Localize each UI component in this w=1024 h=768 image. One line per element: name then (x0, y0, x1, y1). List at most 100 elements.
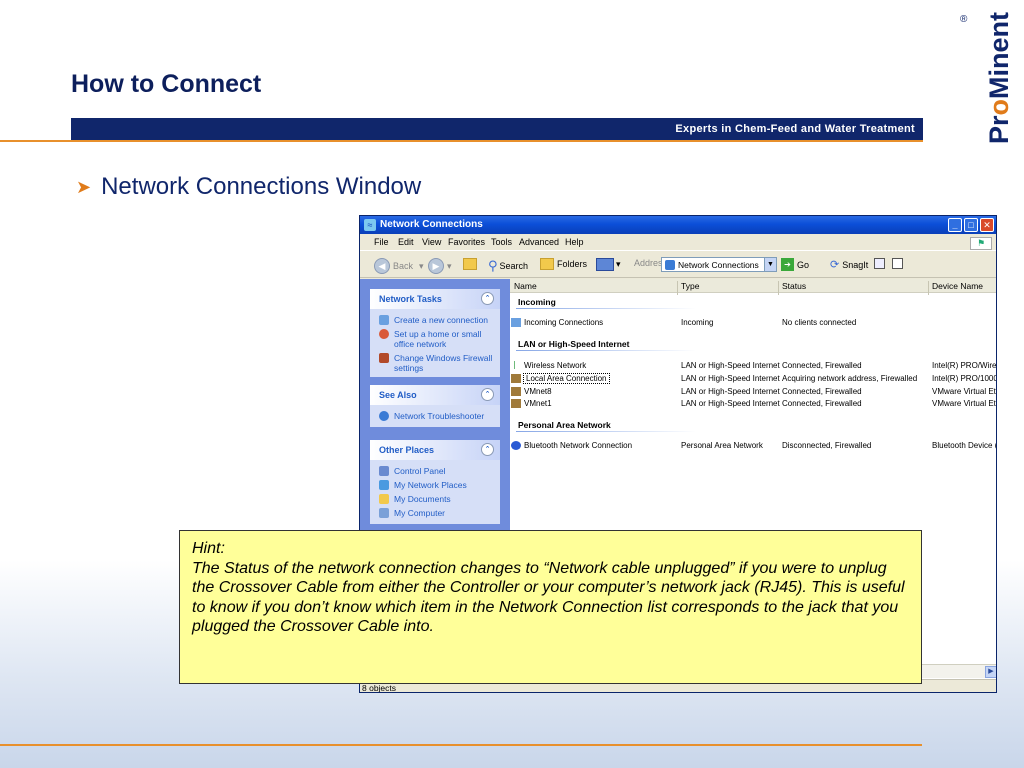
menu-edit[interactable]: Edit (398, 237, 414, 247)
menu-file[interactable]: File (374, 237, 389, 247)
address-value: Network Connections (678, 260, 759, 270)
bluetooth-icon (511, 441, 521, 450)
chevron-down-icon: ▾ (447, 260, 452, 271)
header-bar: Experts in Chem-Feed and Water Treatment (71, 118, 923, 140)
menu-advanced[interactable]: Advanced (519, 237, 559, 247)
list-item[interactable]: Incoming Connections Incoming No clients… (510, 318, 996, 330)
place-my-computer[interactable]: My Computer (370, 506, 500, 520)
maximize-button[interactable]: □ (964, 218, 978, 232)
menu-help[interactable]: Help (565, 237, 584, 247)
slide-title: How to Connect (71, 70, 262, 98)
network-connections-icon (665, 260, 675, 270)
folders-icon (540, 258, 554, 270)
network-connections-icon: ≈ (364, 219, 376, 231)
prominent-logo: ProMinent (984, 11, 1014, 144)
scroll-right-icon[interactable]: ▶ (985, 666, 996, 678)
list-item[interactable]: Bluetooth Network Connection Personal Ar… (510, 441, 996, 453)
group-header: Incoming (518, 297, 556, 307)
task-network-troubleshooter[interactable]: Network Troubleshooter (370, 409, 500, 423)
task-setup-home-network[interactable]: Set up a home or small office network (370, 327, 500, 351)
column-type[interactable]: Type (681, 281, 699, 291)
place-control-panel[interactable]: Control Panel (370, 464, 500, 478)
list-item[interactable]: Local Area Connection LAN or High-Speed … (510, 373, 996, 386)
incoming-connection-icon (511, 318, 521, 327)
hint-callout: Hint: The Status of the network connecti… (179, 530, 922, 684)
registered-mark: ® (960, 14, 968, 25)
views-icon (596, 258, 614, 271)
help-icon (379, 411, 389, 421)
collapse-icon[interactable]: ⌃ (481, 292, 494, 305)
column-status[interactable]: Status (782, 281, 806, 291)
list-item[interactable]: VMnet8 LAN or High-Speed Internet Connec… (510, 387, 996, 399)
forward-button[interactable]: ▶ ▾ (428, 258, 452, 274)
wireless-signal-icon: ❘ (511, 360, 518, 369)
place-my-documents[interactable]: My Documents (370, 492, 500, 506)
address-bar[interactable]: Network Connections ▼ (661, 257, 777, 272)
collapse-icon[interactable]: ⌃ (481, 388, 494, 401)
window-title: Network Connections (380, 219, 483, 230)
new-connection-icon (379, 315, 389, 325)
snagit-capture-button[interactable] (874, 258, 885, 269)
task-create-connection[interactable]: Create a new connection (370, 313, 500, 327)
menu-favorites[interactable]: Favorites (448, 237, 485, 247)
place-my-network-places[interactable]: My Network Places (370, 478, 500, 492)
windows-flag-icon: ⚑ (970, 237, 992, 250)
chevron-down-icon: ▾ (419, 260, 424, 271)
capture-edit-icon (892, 258, 903, 269)
group-divider (516, 308, 696, 309)
address-dropdown-button[interactable]: ▼ (764, 258, 776, 271)
capture-window-icon (874, 258, 885, 269)
close-button[interactable]: ✕ (980, 218, 994, 232)
network-places-icon (379, 480, 389, 490)
lan-icon (511, 399, 521, 408)
chevron-down-icon: ▾ (616, 259, 621, 269)
tagline: Experts in Chem-Feed and Water Treatment (675, 123, 915, 135)
snagit-icon: ⟳ (830, 259, 840, 271)
hint-text: The Status of the network connection cha… (192, 559, 905, 636)
bullet-point: ➤ Network Connections Window (76, 173, 421, 201)
control-panel-icon (379, 466, 389, 476)
menu-view[interactable]: View (422, 237, 441, 247)
bullet-text: Network Connections Window (101, 173, 422, 200)
group-divider (516, 431, 696, 432)
list-item[interactable]: VMnet1 LAN or High-Speed Internet Connec… (510, 399, 996, 411)
minimize-button[interactable]: _ (948, 218, 962, 232)
collapse-icon[interactable]: ⌃ (481, 443, 494, 456)
go-arrow-icon: ➔ (781, 258, 794, 271)
folders-button[interactable]: Folders (540, 258, 587, 270)
task-change-firewall[interactable]: Change Windows Firewall settings (370, 351, 500, 375)
back-button[interactable]: ◀ Back ▾ (374, 258, 424, 274)
toolbar: ◀ Back ▾ ▶ ▾ ⚲ Search Folders ▾ Address … (360, 250, 996, 278)
column-name[interactable]: Name (514, 281, 537, 291)
computer-icon (379, 508, 389, 518)
window-titlebar[interactable]: ≈ Network Connections _ □ ✕ (360, 216, 996, 234)
views-button[interactable]: ▾ (596, 258, 621, 271)
up-folder-button[interactable] (463, 258, 480, 270)
firewall-icon (379, 353, 389, 363)
forward-arrow-icon: ▶ (428, 258, 444, 274)
documents-folder-icon (379, 494, 389, 504)
snagit-edit-button[interactable] (892, 258, 903, 269)
search-button[interactable]: ⚲ Search (488, 258, 528, 274)
other-places-panel: Other Places ⌃ Control Panel My Network … (370, 440, 500, 524)
home-network-icon (379, 329, 389, 339)
see-also-header[interactable]: See Also ⌃ (370, 385, 500, 405)
snagit-button[interactable]: ⟳ SnagIt (830, 258, 868, 271)
go-button[interactable]: ➔ Go (781, 258, 809, 271)
menu-bar: File Edit View Favorites Tools Advanced … (360, 234, 996, 250)
menu-tools[interactable]: Tools (491, 237, 512, 247)
lan-icon (511, 387, 521, 396)
see-also-panel: See Also ⌃ Network Troubleshooter (370, 385, 500, 427)
network-tasks-header[interactable]: Network Tasks ⌃ (370, 289, 500, 309)
search-icon: ⚲ (488, 258, 498, 273)
hint-label: Hint: (192, 540, 225, 557)
object-count: 8 objects (362, 683, 397, 693)
list-item[interactable]: ❘ Wireless Network LAN or High-Speed Int… (510, 360, 996, 373)
group-divider (516, 350, 696, 351)
lan-icon (511, 374, 521, 383)
footer-rule (0, 744, 922, 746)
column-device-name[interactable]: Device Name (932, 281, 983, 291)
group-header: Personal Area Network (518, 420, 611, 430)
folder-up-icon (463, 258, 477, 270)
other-places-header[interactable]: Other Places ⌃ (370, 440, 500, 460)
